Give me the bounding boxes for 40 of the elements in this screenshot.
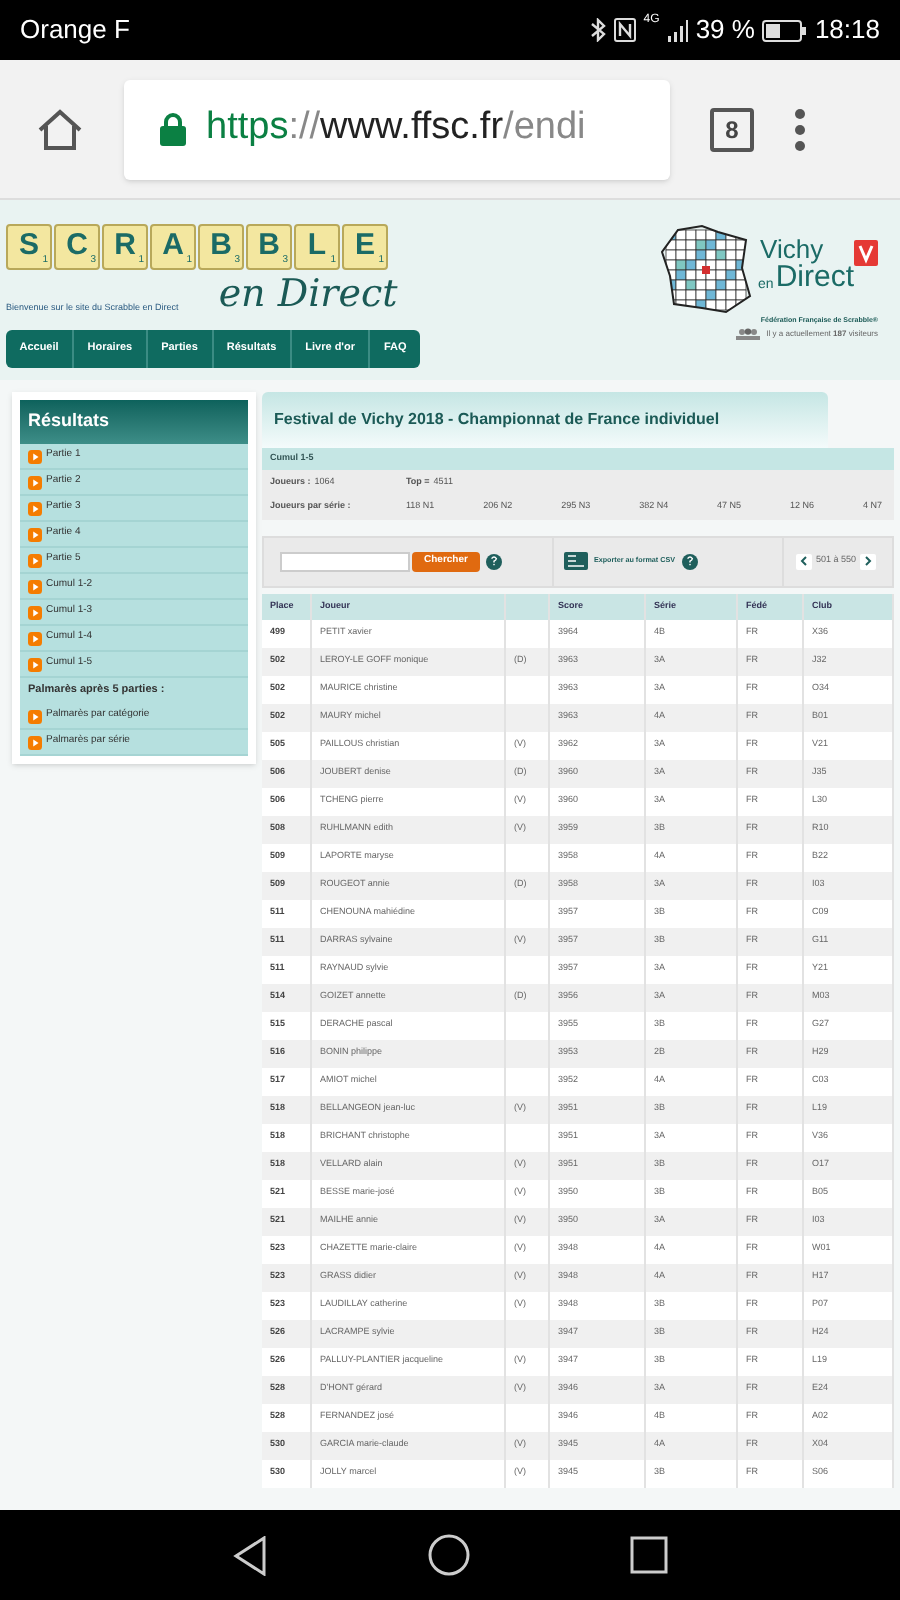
address-bar[interactable]: https://www.ffsc.fr/endi xyxy=(124,79,670,179)
help-icon[interactable] xyxy=(681,553,697,569)
logo-vichy-text: Vichy xyxy=(760,236,826,262)
page-title: Festival de Vichy 2018 - Championnat de France individuel xyxy=(274,408,720,432)
signal-icon xyxy=(667,19,688,41)
play-bullet-icon xyxy=(28,475,42,489)
v-badge-icon xyxy=(854,240,878,266)
bluetooth-icon xyxy=(589,18,606,42)
lock-icon xyxy=(160,112,186,146)
help-icon[interactable] xyxy=(485,553,502,569)
tab-count-button[interactable]: 8 xyxy=(710,107,754,151)
play-bullet-icon xyxy=(28,605,42,619)
play-bullet-icon xyxy=(28,449,42,463)
url-text: https://www.ffsc.fr/endi xyxy=(206,104,586,153)
people-icon xyxy=(736,328,761,341)
carrier-text: Orange F xyxy=(20,12,130,49)
play-bullet-icon xyxy=(28,579,42,593)
play-bullet-icon xyxy=(28,709,42,723)
next-page-button[interactable] xyxy=(860,553,876,569)
tagline-text: en Direct xyxy=(218,270,398,320)
sidebar-title: Résultats xyxy=(20,400,248,444)
play-bullet-icon xyxy=(28,657,42,671)
play-bullet-icon xyxy=(28,501,42,515)
search-field[interactable] xyxy=(280,551,410,571)
home-circle-icon[interactable] xyxy=(428,1534,470,1576)
logo-direct-text: Direct xyxy=(775,262,854,292)
recent-apps-icon[interactable] xyxy=(630,1536,668,1574)
nfc-icon xyxy=(613,18,636,42)
more-menu-icon[interactable] xyxy=(794,107,806,151)
play-bullet-icon xyxy=(28,527,42,541)
play-bullet-icon xyxy=(28,553,42,567)
battery-icon xyxy=(762,19,807,41)
battery-percent-text: 39 % xyxy=(695,12,755,49)
previous-page-button[interactable] xyxy=(795,553,812,569)
clock-text: 18:18 xyxy=(814,12,880,49)
home-icon[interactable] xyxy=(36,107,84,151)
play-bullet-icon xyxy=(28,735,42,749)
csv-export-icon[interactable] xyxy=(563,552,588,570)
play-bullet-icon xyxy=(28,631,42,645)
back-icon[interactable] xyxy=(232,1535,268,1575)
